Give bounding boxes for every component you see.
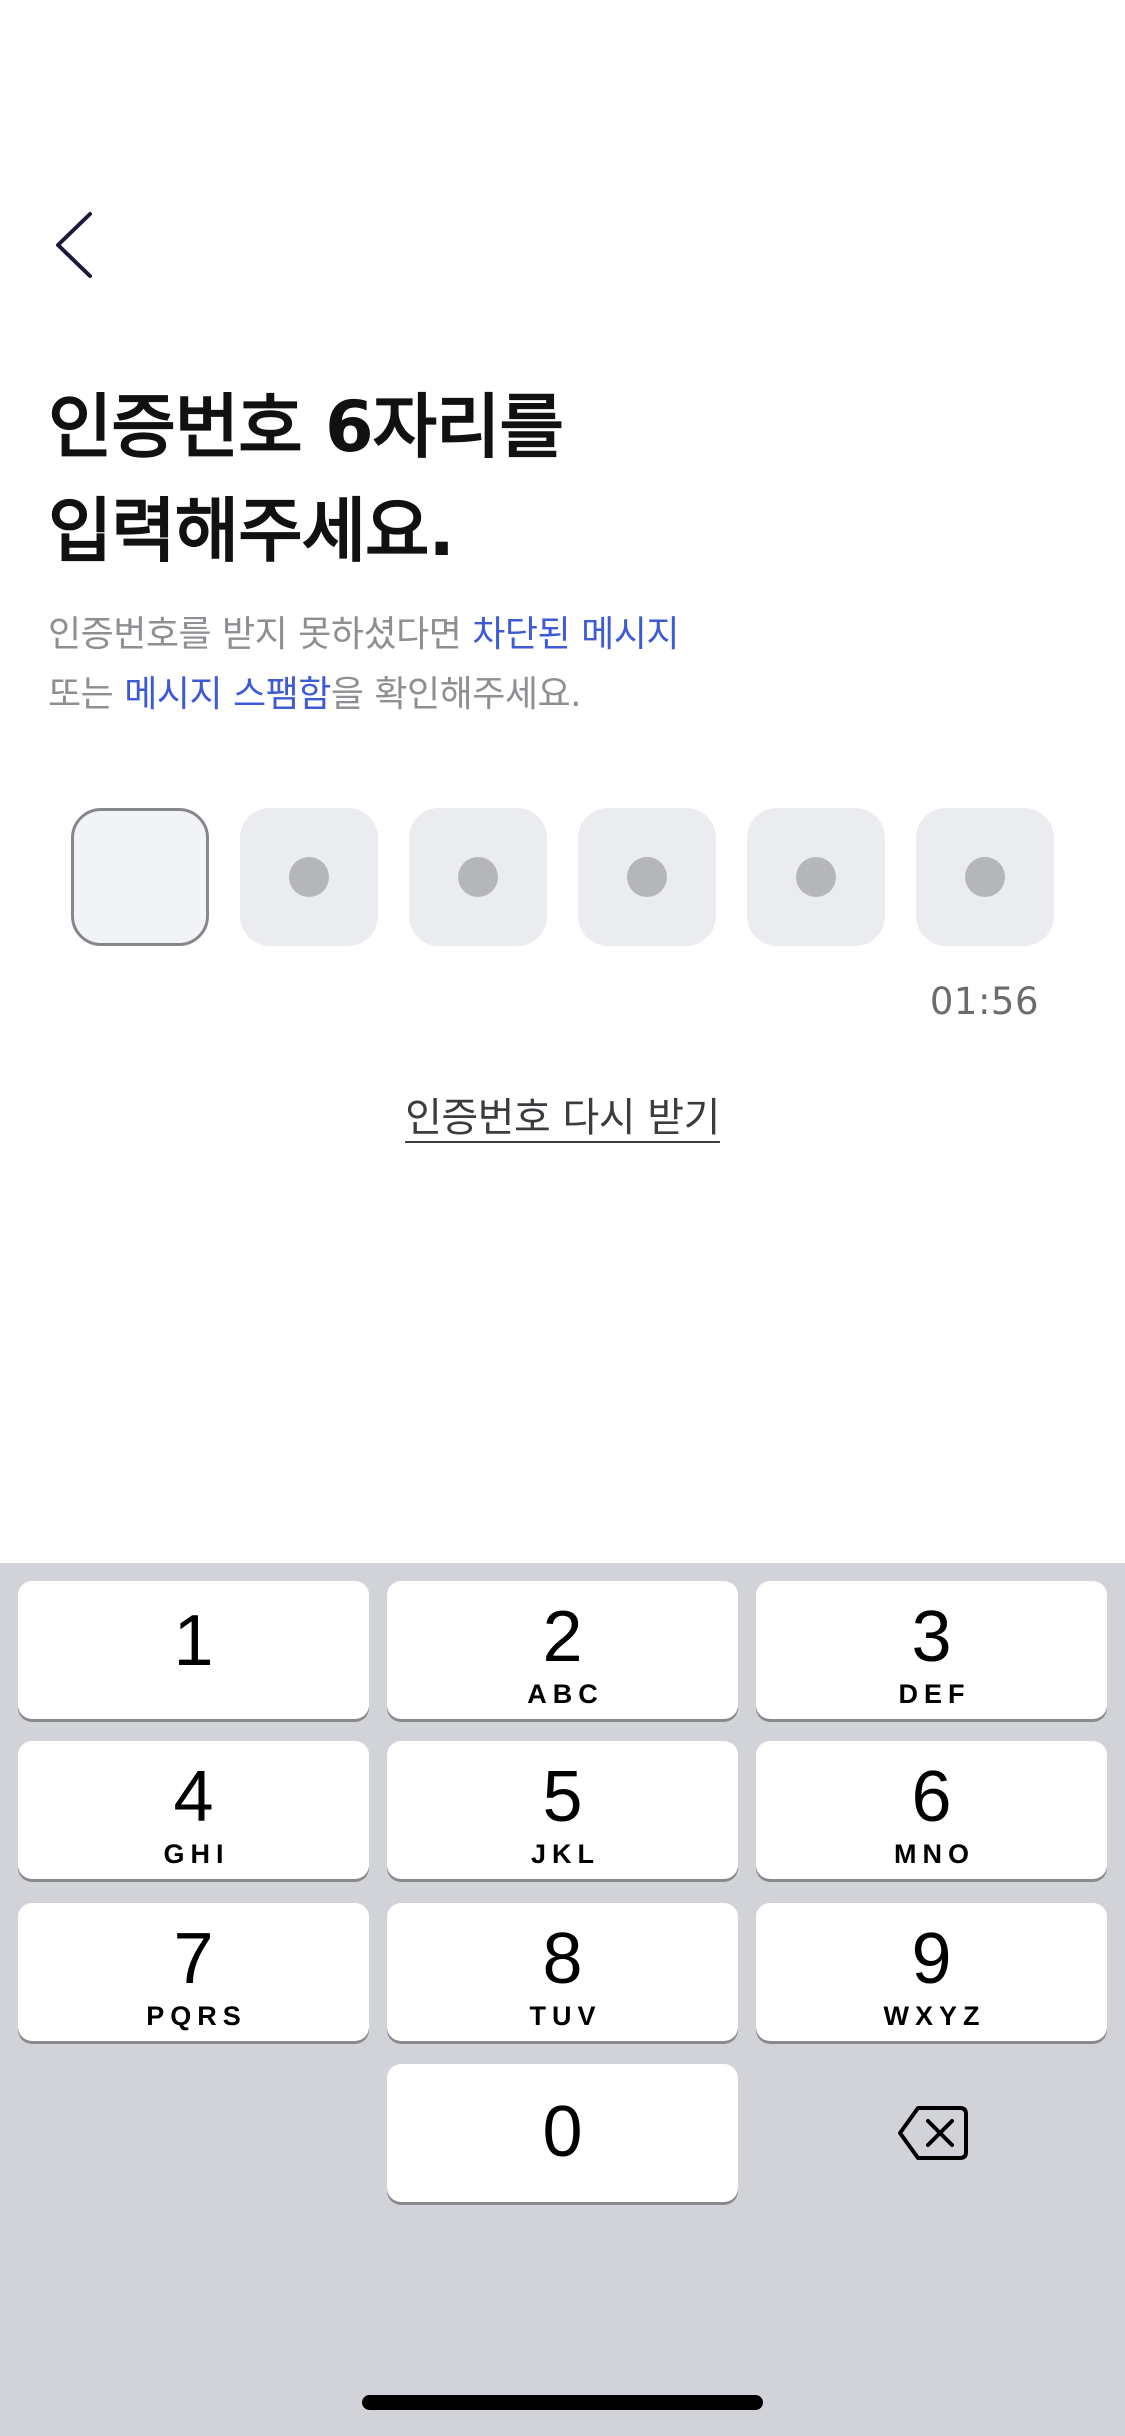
spam-folder-link[interactable]: 메시지 스팸함	[124, 674, 331, 715]
verification-screen: 인증번호 6자리를 입력해주세요. 인증번호를 받지 못하셨다면 차단된 메시지…	[0, 0, 1125, 2436]
key-digit: 4	[173, 1757, 214, 1837]
home-indicator[interactable]	[362, 2395, 763, 2410]
numeric-keypad: 1 2 ABC 3 DEF 4 GHI 5 JKL 6 MNO 7 PQRS 8…	[0, 1563, 1125, 2436]
code-input-row[interactable]	[71, 808, 1054, 946]
key-7[interactable]: 7 PQRS	[18, 1903, 369, 2041]
key-0[interactable]: 0	[387, 2064, 738, 2202]
key-digit: 6	[911, 1757, 952, 1837]
instruction-suffix: 을 확인해주세요.	[330, 674, 582, 715]
key-3[interactable]: 3 DEF	[756, 1581, 1107, 1719]
instruction-prefix: 인증번호를 받지 못하셨다면	[48, 614, 473, 655]
key-1[interactable]: 1	[18, 1581, 369, 1719]
key-letters: DEF	[898, 1679, 971, 1709]
key-9[interactable]: 9 WXYZ	[756, 1903, 1107, 2041]
instruction-text: 인증번호를 받지 못하셨다면 차단된 메시지 또는 메시지 스팸함을 확인해주세…	[48, 605, 679, 725]
key-2[interactable]: 2 ABC	[387, 1581, 738, 1719]
key-digit: 7	[173, 1919, 214, 1999]
instruction-connector: 또는	[48, 674, 125, 715]
key-digit: 8	[542, 1919, 583, 1999]
key-5[interactable]: 5 JKL	[387, 1741, 738, 1879]
key-letters: MNO	[894, 1839, 975, 1869]
code-digit-box-5[interactable]	[747, 808, 885, 946]
blocked-messages-link[interactable]: 차단된 메시지	[472, 614, 679, 655]
placeholder-dot	[796, 857, 836, 897]
back-button[interactable]	[52, 200, 122, 290]
code-digit-box-2[interactable]	[240, 808, 378, 946]
instruction-line-2: 또는 메시지 스팸함을 확인해주세요.	[48, 665, 679, 725]
key-digit: 3	[911, 1597, 952, 1677]
code-digit-box-3[interactable]	[409, 808, 547, 946]
code-digit-box-1[interactable]	[71, 808, 209, 946]
title-line-2: 입력해주세요.	[48, 490, 455, 572]
key-letters: TUV	[529, 2001, 602, 2031]
key-digit: 1	[173, 1601, 214, 1681]
countdown-timer: 01:56	[929, 980, 1039, 1023]
backspace-button[interactable]	[757, 2064, 1108, 2202]
code-digit-box-4[interactable]	[578, 808, 716, 946]
chevron-left-icon	[56, 212, 92, 278]
instruction-line-1: 인증번호를 받지 못하셨다면 차단된 메시지	[48, 605, 679, 665]
resend-container: 인증번호 다시 받기	[0, 1085, 1125, 1143]
key-letters: PQRS	[146, 2001, 247, 2031]
backspace-icon	[897, 2106, 968, 2160]
title-line-1: 인증번호 6자리를	[48, 386, 564, 468]
page-title: 인증번호 6자리를 입력해주세요.	[48, 375, 564, 583]
placeholder-dot	[458, 857, 498, 897]
key-letters: WXYZ	[883, 2001, 986, 2031]
key-letters: JKL	[530, 1839, 600, 1869]
placeholder-dot	[965, 857, 1005, 897]
code-digit-box-6[interactable]	[916, 808, 1054, 946]
key-digit: 0	[542, 2092, 583, 2172]
key-digit: 2	[542, 1597, 583, 1677]
key-letters: ABC	[527, 1679, 604, 1709]
key-digit: 5	[542, 1757, 583, 1837]
resend-code-link[interactable]: 인증번호 다시 받기	[405, 1095, 720, 1141]
key-digit: 9	[911, 1919, 952, 1999]
key-8[interactable]: 8 TUV	[387, 1903, 738, 2041]
key-6[interactable]: 6 MNO	[756, 1741, 1107, 1879]
key-4[interactable]: 4 GHI	[18, 1741, 369, 1879]
key-letters: GHI	[163, 1839, 230, 1869]
placeholder-dot	[627, 857, 667, 897]
placeholder-dot	[289, 857, 329, 897]
